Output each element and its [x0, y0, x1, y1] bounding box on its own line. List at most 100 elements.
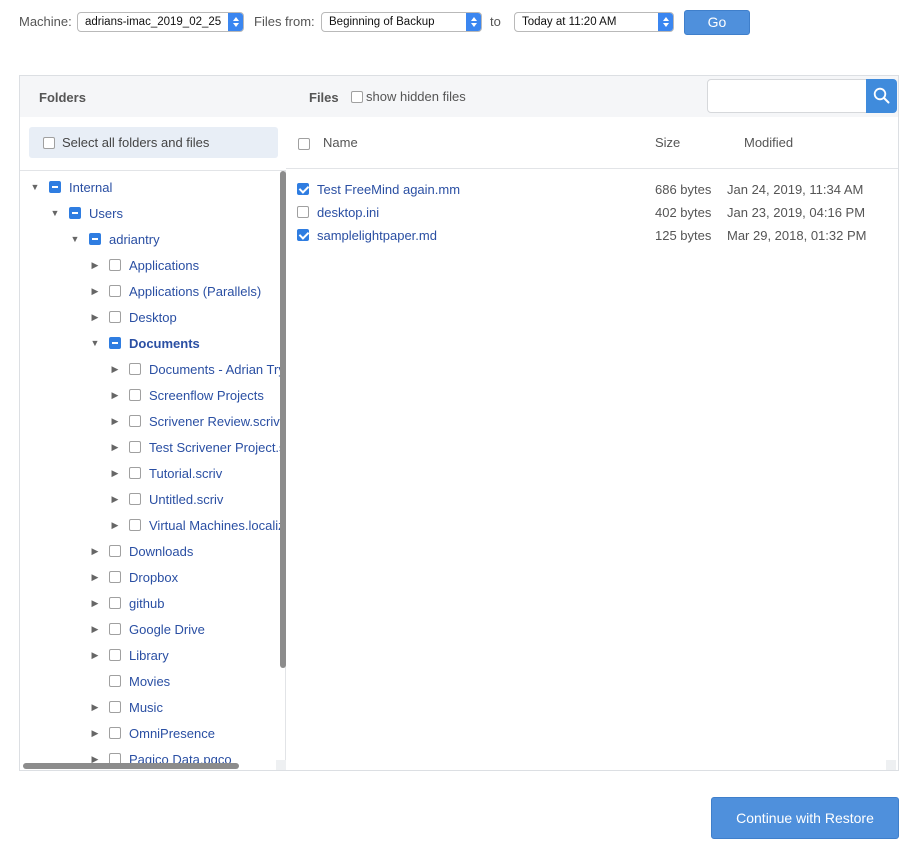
tree-item-checkbox[interactable] [109, 649, 121, 661]
tree-item-checkbox[interactable] [129, 493, 141, 505]
tree-item-label[interactable]: github [129, 596, 164, 611]
tree-item[interactable]: Movies [90, 671, 170, 691]
column-header-size[interactable]: Size [655, 135, 680, 150]
continue-with-restore-button[interactable]: Continue with Restore [711, 797, 899, 839]
column-header-name[interactable]: Name [323, 135, 358, 150]
tree-horizontal-scrollbar[interactable] [23, 763, 239, 769]
machine-select[interactable]: adrians-imac_2019_02_25 [77, 12, 244, 32]
tree-item[interactable]: ▶ Applications [90, 255, 200, 275]
expand-closed-icon[interactable]: ▶ [90, 702, 100, 713]
expand-closed-icon[interactable]: ▶ [90, 598, 100, 609]
tree-item[interactable]: ▶ Library [90, 645, 169, 665]
files-from-select[interactable]: Beginning of Backup [321, 12, 482, 32]
select-all-checkbox[interactable] [43, 136, 55, 149]
select-all-files-checkbox[interactable] [298, 138, 310, 150]
tree-item[interactable]: ▶ Tutorial.scriv [110, 463, 223, 483]
tree-item[interactable]: ▼ Users [50, 203, 123, 223]
expand-open-icon[interactable]: ▼ [30, 182, 40, 192]
file-checkbox[interactable] [297, 206, 309, 218]
tree-item[interactable]: ▶ Downloads [90, 541, 194, 561]
tree-item[interactable]: ▶ Test Scrivener Project.scriv [110, 437, 285, 457]
go-button[interactable]: Go [684, 10, 750, 35]
tree-item-checkbox[interactable] [129, 363, 141, 375]
expand-open-icon[interactable]: ▼ [90, 338, 100, 348]
file-name[interactable]: samplelightpaper.md [317, 228, 437, 243]
tree-item-label[interactable]: OmniPresence [129, 726, 215, 741]
expand-closed-icon[interactable]: ▶ [90, 286, 100, 297]
tree-item-checkbox[interactable] [49, 181, 61, 193]
tree-item-checkbox[interactable] [129, 415, 141, 427]
tree-item-label[interactable]: Applications (Parallels) [129, 284, 261, 299]
expand-closed-icon[interactable]: ▶ [90, 260, 100, 271]
resize-handle-icon[interactable] [276, 760, 286, 770]
tree-item-label[interactable]: Documents [129, 336, 200, 351]
tree-item-label[interactable]: Movies [129, 674, 170, 689]
tree-item-checkbox[interactable] [109, 727, 121, 739]
show-hidden-checkbox[interactable] [351, 90, 363, 103]
tree-item-label[interactable]: Scrivener Review.scriv [149, 414, 280, 429]
expand-closed-icon[interactable]: ▶ [90, 546, 100, 557]
tree-item-label[interactable]: Users [89, 206, 123, 221]
expand-open-icon[interactable]: ▼ [50, 208, 60, 218]
expand-open-icon[interactable]: ▼ [70, 234, 80, 244]
tree-item[interactable]: ▶ Desktop [90, 307, 177, 327]
tree-item-label[interactable]: Screenflow Projects [149, 388, 264, 403]
tree-item-checkbox[interactable] [69, 207, 81, 219]
file-name[interactable]: desktop.ini [317, 205, 379, 220]
tree-item-checkbox[interactable] [129, 441, 141, 453]
tree-item[interactable]: ▼ Internal [30, 177, 113, 197]
expand-closed-icon[interactable]: ▶ [110, 520, 120, 531]
tree-item[interactable]: ▶ Virtual Machines.localized [110, 515, 285, 535]
tree-item-label[interactable]: Music [129, 700, 163, 715]
tree-item-label[interactable]: Documents - Adrian Try's MacBook Pro [149, 362, 285, 377]
show-hidden-files-toggle[interactable]: show hidden files [351, 89, 466, 104]
expand-closed-icon[interactable]: ▶ [110, 494, 120, 505]
tree-item-label[interactable]: adriantry [109, 232, 160, 247]
file-name[interactable]: Test FreeMind again.mm [317, 182, 460, 197]
tree-item-label[interactable]: Downloads [129, 544, 193, 559]
tree-item-label[interactable]: Desktop [129, 310, 177, 325]
resize-handle-icon[interactable] [886, 760, 896, 770]
expand-closed-icon[interactable]: ▶ [90, 624, 100, 635]
tree-item-checkbox[interactable] [109, 545, 121, 557]
tree-item-checkbox[interactable] [89, 233, 101, 245]
tree-item-checkbox[interactable] [109, 259, 121, 271]
tree-item-label[interactable]: Dropbox [129, 570, 178, 585]
tree-item-checkbox[interactable] [109, 597, 121, 609]
tree-item-label[interactable]: Test Scrivener Project.scriv [149, 440, 285, 455]
to-select[interactable]: Today at 11:20 AM [514, 12, 674, 32]
tree-item-checkbox[interactable] [109, 311, 121, 323]
search-button[interactable] [866, 79, 897, 113]
table-row[interactable]: desktop.ini 402 bytes Jan 23, 2019, 04:16 … [286, 202, 898, 224]
expand-closed-icon[interactable]: ▶ [110, 390, 120, 401]
tree-item-checkbox[interactable] [109, 675, 121, 687]
table-row[interactable]: samplelightpaper.md 125 bytes Mar 29, 2018… [286, 225, 898, 247]
tree-item[interactable]: ▶ Scrivener Review.scriv [110, 411, 280, 431]
tree-item-checkbox[interactable] [109, 701, 121, 713]
tree-item[interactable]: ▶ Untitled.scriv [110, 489, 224, 509]
expand-closed-icon[interactable]: ▶ [110, 468, 120, 479]
tree-item-label[interactable]: Untitled.scriv [149, 492, 223, 507]
select-all-row[interactable]: Select all folders and files [29, 127, 278, 158]
table-row[interactable]: Test FreeMind again.mm 686 bytes Jan 24, 2… [286, 179, 898, 201]
expand-closed-icon[interactable]: ▶ [90, 728, 100, 739]
tree-item[interactable]: ▶ Google Drive [90, 619, 205, 639]
expand-closed-icon[interactable]: ▶ [90, 312, 100, 323]
tree-item-checkbox[interactable] [109, 623, 121, 635]
column-header-modified[interactable]: Modified [744, 135, 793, 150]
tree-item[interactable]: ▶ Documents - Adrian Try's MacBook Pro [110, 359, 285, 379]
tree-item-label[interactable]: Internal [69, 180, 112, 195]
tree-item[interactable]: ▶ Screenflow Projects [110, 385, 264, 405]
tree-item-label[interactable]: Google Drive [129, 622, 205, 637]
tree-item-label[interactable]: Applications [129, 258, 199, 273]
expand-closed-icon[interactable]: ▶ [110, 364, 120, 375]
tree-item[interactable]: ▼ adriantry [70, 229, 160, 249]
expand-closed-icon[interactable]: ▶ [110, 442, 120, 453]
expand-closed-icon[interactable]: ▶ [90, 650, 100, 661]
search-input[interactable] [707, 79, 867, 113]
tree-item-checkbox[interactable] [129, 389, 141, 401]
tree-item-checkbox[interactable] [109, 337, 121, 349]
tree-item-label[interactable]: Tutorial.scriv [149, 466, 222, 481]
tree-item[interactable]: ▼ Documents [90, 333, 200, 353]
tree-item-checkbox[interactable] [129, 467, 141, 479]
